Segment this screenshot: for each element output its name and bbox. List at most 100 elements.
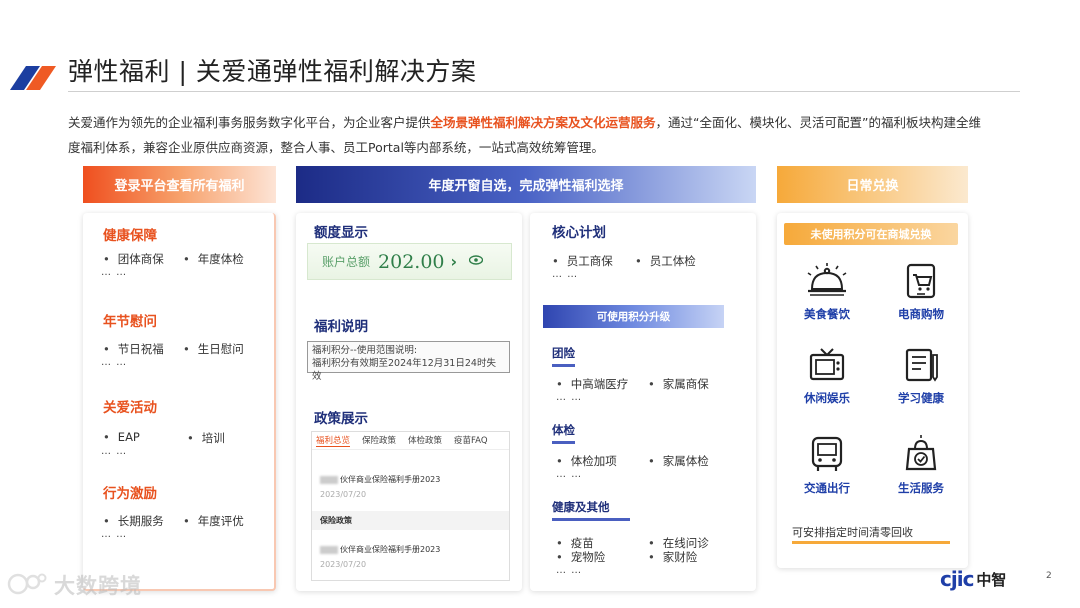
section-title-health: 健康保障 <box>103 228 157 244</box>
upgrade-with-points-banner: 可使用积分升级 <box>543 305 724 328</box>
more-ellipsis: … … <box>556 469 583 480</box>
tv-icon <box>809 348 845 381</box>
group-items-health-other-row2: 宠物险 家财险 <box>556 549 698 565</box>
policy-group-header: 保险政策 <box>312 511 509 530</box>
section-title-core-plan: 核心计划 <box>552 225 606 241</box>
list-item: 团体商保 <box>103 251 183 267</box>
exchange-item-life-service[interactable]: 生活服务 <box>881 435 961 496</box>
more-ellipsis: … … <box>101 446 128 457</box>
section-items-care-activities: EAP 培训 <box>103 430 225 446</box>
list-item: 年度评优 <box>183 513 244 529</box>
intro-text-before: 关爱通作为领先的企业福利事务服务数字化平台，为企业客户提供 <box>68 115 431 130</box>
account-balance-widget[interactable]: 账户总额 202.00 › <box>307 243 512 280</box>
notice-line: 福利积分有效期至2024年12月31日24时失效 <box>312 358 496 382</box>
more-ellipsis: … … <box>101 357 128 368</box>
brand-logo-cn: 中智 <box>976 570 1007 589</box>
list-item: 节日祝福 <box>103 341 183 357</box>
core-plan-items: 员工商保 员工体检 <box>552 253 696 269</box>
benefit-notice-box: 福利积分--使用范围说明: 福利积分有效期至2024年12月31日24时失效 <box>307 341 510 382</box>
exchange-label: 美食餐饮 <box>804 307 850 321</box>
exchange-item-leisure[interactable]: 休闲娱乐 <box>787 347 867 406</box>
policy-tabs: 福利总览 保险政策 体检政策 疫苗FAQ <box>312 432 509 450</box>
page-number: 2 <box>1046 571 1052 581</box>
policy-doc-title: 伙伴商业保险福利手册2023 <box>340 545 441 554</box>
more-ellipsis: … … <box>556 565 583 576</box>
policy-document-item[interactable]: 伙伴商业保险福利手册2023 2023/07/20 <box>312 468 509 505</box>
intro-paragraph: 关爱通作为领先的企业福利事务服务数字化平台，为企业客户提供全场景弹性福利解决方案… <box>68 110 983 160</box>
exchange-item-transport[interactable]: 交通出行 <box>787 435 867 496</box>
group-items-checkup: 体检加项 家属体检 <box>556 453 709 469</box>
exchange-label: 电商购物 <box>898 307 944 321</box>
shopping-cart-icon <box>906 263 936 299</box>
bus-icon <box>811 436 843 471</box>
brand-stripe-logo <box>10 66 56 90</box>
section-title-policy: 政策展示 <box>314 411 368 427</box>
tab-checkup-policy[interactable]: 体检政策 <box>408 434 442 447</box>
exchange-label: 生活服务 <box>898 481 944 495</box>
company-logo: cjic 中智 <box>940 567 1006 591</box>
eye-icon[interactable] <box>469 255 483 265</box>
redacted-blur <box>320 545 338 554</box>
group-title-checkup: 体检 <box>552 422 575 444</box>
list-item: 体检加项 <box>556 453 648 469</box>
redacted-blur <box>320 475 338 484</box>
exchange-card: 未使用积分可在商城兑换 美食餐饮 电商购物 休闲娱乐 学习健康 交通出行 生活服… <box>777 213 968 568</box>
section-items-health: 团体商保 年度体检 <box>103 251 244 267</box>
section-items-festival: 节日祝福 生日慰问 <box>103 341 244 357</box>
balance-value: 202.00 <box>378 250 445 273</box>
food-cloche-icon <box>807 263 847 296</box>
core-plan-card: 核心计划 员工商保 员工体检 … … 可使用积分升级 团险 中高端医疗 家属商保… <box>530 213 756 591</box>
policy-document-item[interactable]: 伙伴商业保险福利手册2023 2023/07/20 <box>312 538 509 575</box>
section-title-incentives: 行为激励 <box>103 486 157 502</box>
section-title-care-activities: 关爱活动 <box>103 400 157 416</box>
policy-doc-date: 2023/07/20 <box>320 490 367 499</box>
more-ellipsis: … … <box>101 529 128 540</box>
points-reset-note: 可安排指定时间清零回收 <box>792 524 950 544</box>
more-ellipsis: … … <box>101 267 128 278</box>
list-item: 年度体检 <box>183 251 244 267</box>
list-item: 长期服务 <box>103 513 183 529</box>
exchange-item-shopping[interactable]: 电商购物 <box>881 263 961 322</box>
tab-vaccine-faq[interactable]: 疫苗FAQ <box>454 434 487 447</box>
list-item: 家属商保 <box>648 376 709 392</box>
title-divider <box>68 91 1020 92</box>
life-service-icon <box>905 435 937 471</box>
list-item: 培训 <box>187 430 225 446</box>
chevron-right-icon[interactable]: › <box>451 252 458 271</box>
study-icon <box>905 348 938 382</box>
column-header-annual-selection: 年度开窗自选，完成弹性福利选择 <box>296 166 756 203</box>
tab-benefits-overview[interactable]: 福利总览 <box>316 434 351 447</box>
more-ellipsis: … … <box>556 392 583 403</box>
group-title-health-other: 健康及其他 <box>552 499 630 521</box>
exchange-label: 休闲娱乐 <box>804 391 850 405</box>
policy-doc-title: 伙伴商业保险福利手册2023 <box>340 475 441 484</box>
intro-highlight: 全场景弹性福利解决方案及文化运营服务 <box>430 115 656 130</box>
tab-insurance-policy[interactable]: 保险政策 <box>362 434 396 447</box>
exchange-item-study-health[interactable]: 学习健康 <box>881 347 961 406</box>
list-item: 宠物险 <box>556 549 648 565</box>
list-item: EAP <box>103 430 187 446</box>
policy-doc-date: 2023/07/20 <box>320 560 367 569</box>
exchange-label: 交通出行 <box>804 481 850 495</box>
section-title-festival: 年节慰问 <box>103 314 157 330</box>
balance-label: 账户总额 <box>322 255 371 269</box>
group-title-group-insurance: 团险 <box>552 345 575 367</box>
exchange-item-food[interactable]: 美食餐饮 <box>787 263 867 322</box>
section-title-notes: 福利说明 <box>314 319 368 335</box>
watermark-logo-icon <box>7 573 47 595</box>
page-title: 弹性福利 | 关爱通弹性福利解决方案 <box>68 57 477 86</box>
list-item: 中高端医疗 <box>556 376 648 392</box>
section-items-incentives: 长期服务 年度评优 <box>103 513 244 529</box>
exchange-label: 学习健康 <box>898 391 944 405</box>
watermark-text: 大数跨境 <box>54 574 142 598</box>
notice-line: 福利积分--使用范围说明: <box>312 345 418 356</box>
section-title-quota: 额度显示 <box>314 225 368 241</box>
benefits-card: 健康保障 团体商保 年度体检 … … 年节慰问 节日祝福 生日慰问 … … 关爱… <box>83 213 276 591</box>
list-item: 家财险 <box>648 549 698 565</box>
column-header-daily-exchange: 日常兑换 <box>777 166 968 203</box>
watermark: 大数跨境 <box>6 570 142 600</box>
group-items-group-insurance: 中高端医疗 家属商保 <box>556 376 709 392</box>
list-item: 生日慰问 <box>183 341 244 357</box>
column-header-login: 登录平台查看所有福利 <box>83 166 276 203</box>
quota-card: 额度显示 账户总额 202.00 › 福利说明 福利积分--使用范围说明: 福利… <box>296 213 522 591</box>
